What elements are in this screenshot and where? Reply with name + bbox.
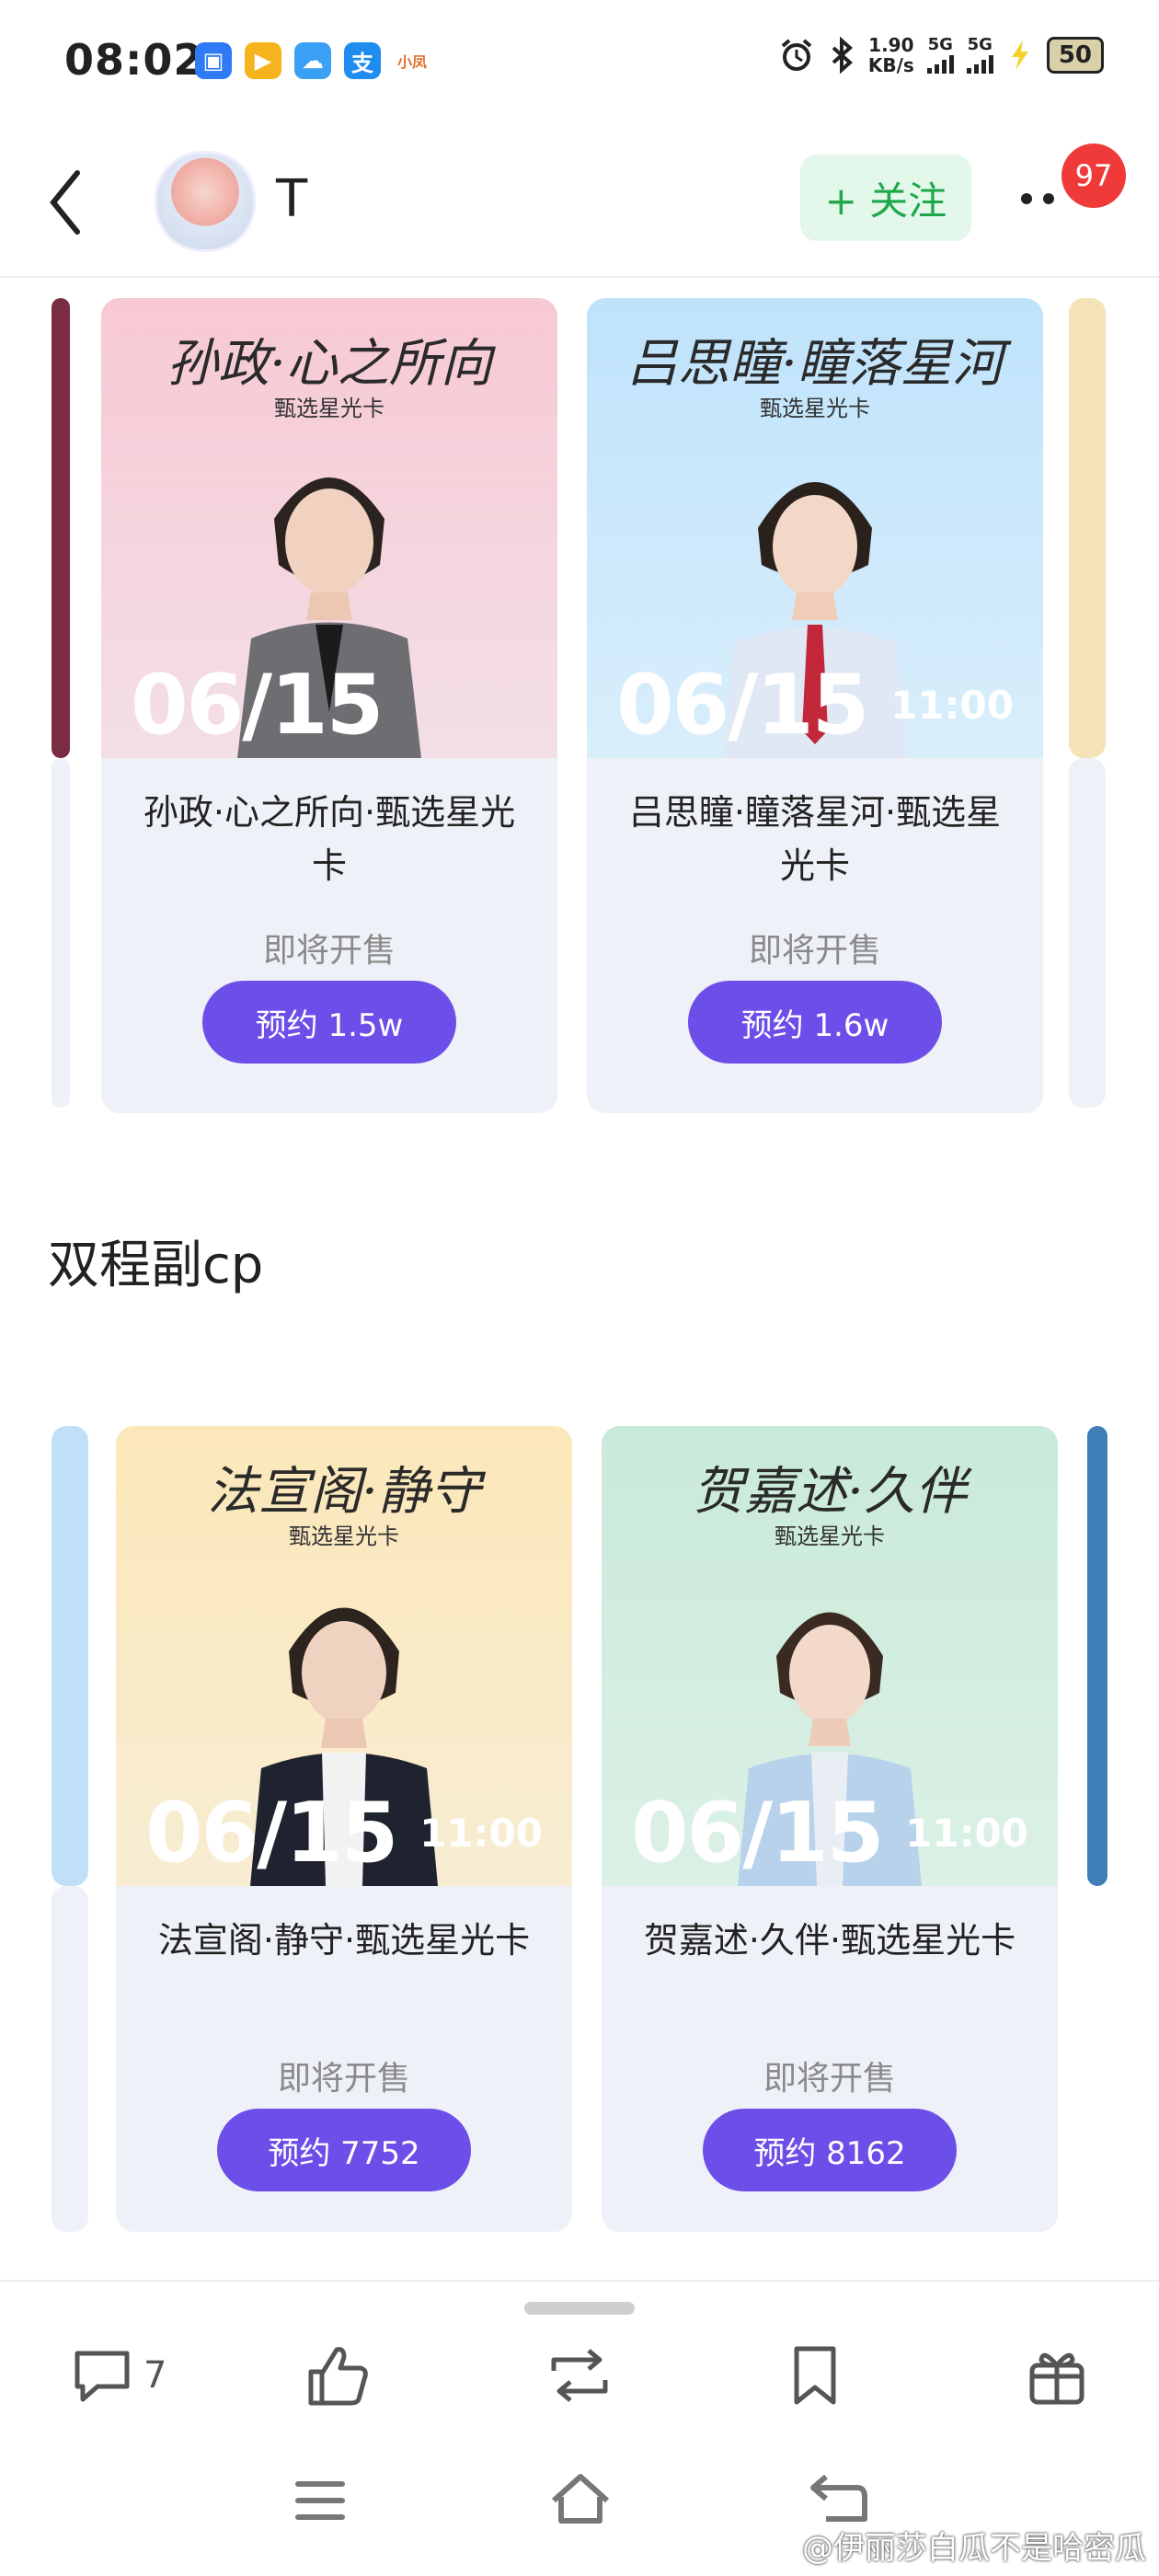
repost-icon [551,2349,608,2402]
release-time: 11:00 [905,1811,1028,1856]
thumbs-up-icon [308,2347,368,2406]
release-time: 11:00 [890,683,1014,728]
card-image-title: 贺嘉述·久伴 [693,1462,967,1522]
card-image: 贺嘉述·久伴 甄选星光卡 06/15 11:00 [602,1426,1058,1886]
next-card-edge[interactable] [1069,298,1106,758]
release-date: 06/15 [631,1785,884,1881]
alarm-icon [781,39,812,71]
store-icon: ▣ [195,42,232,79]
release-time: 11:00 [419,1811,543,1856]
comment-count: 7 [143,2354,167,2397]
card-image: 孙政·心之所向 甄选星光卡 06/15 [101,298,557,758]
prev-card-edge-body [52,1886,88,2232]
follow-button[interactable]: + 关注 [800,155,971,241]
comment-button[interactable]: 7 [70,2339,166,2412]
post-action-bar: 7 [0,2280,1159,2438]
sale-status: 即将开售 [262,932,396,970]
status-bar: 08:02 ▣ ▶ ☁ 支 小凤 1.90 KB/s 5G 5G 50 [0,0,1159,129]
watermark: @伊丽莎白瓜不是哈密瓜 [802,2530,1146,2567]
like-button[interactable] [304,2339,373,2412]
sale-status: 即将开售 [277,2060,410,2098]
system-indicators: 1.90 KB/s 5G 5G 50 [778,35,1104,75]
card-image-tag: 甄选星光卡 [289,1524,399,1549]
gift-icon [1029,2352,1084,2405]
reserve-button[interactable]: 预约 7752 [217,2109,471,2191]
card-name: 孙政·心之所向·甄选星光卡 [143,792,516,886]
more-icon[interactable] [1021,193,1067,208]
back-arrow-icon[interactable] [42,166,88,239]
avatar[interactable] [155,151,256,252]
reserve-button[interactable]: 预约 1.6w [688,981,942,1064]
product-card[interactable]: 吕思瞳·瞳落星河 甄选星光卡 06/15 11:00 吕思瞳·瞳落星河·甄选星光… [587,298,1043,1113]
xiaomi-icon: 小凤 [394,42,430,79]
gift-button[interactable] [1025,2339,1089,2412]
cloud-icon: ☁ [294,42,331,79]
product-card[interactable]: 法宣阁·静守 甄选星光卡 06/15 11:00 法宣阁·静守·甄选星光卡 即将… [116,1426,572,2232]
user-name[interactable]: T [276,169,307,229]
release-date: 06/15 [145,1785,398,1881]
notification-badge: 97 [1061,144,1126,208]
prev-card-edge[interactable] [52,298,70,758]
next-card-edge-body [1069,758,1106,1108]
card-name: 法宣阁·静守·甄选星光卡 [157,1920,531,1961]
sale-status: 即将开售 [763,2060,896,2098]
card-image-tag: 甄选星光卡 [775,1524,885,1549]
card-image: 吕思瞳·瞳落星河 甄选星光卡 06/15 11:00 [587,298,1043,758]
bookmark-icon [794,2346,836,2405]
prev-card-edge-body [52,758,70,1108]
card-image: 法宣阁·静守 甄选星光卡 06/15 11:00 [116,1426,572,1886]
clock: 08:02 [64,35,204,85]
battery-indicator: 50 [1046,37,1104,74]
charging-icon [1011,40,1028,70]
reserve-button[interactable]: 预约 1.5w [202,981,456,1064]
prev-card-edge[interactable] [52,1426,88,1886]
release-date: 06/15 [616,657,869,753]
profile-header: T + 关注 97 [0,129,1159,278]
video-icon: ▶ [245,42,281,79]
card-image-tag: 甄选星光卡 [760,396,870,421]
product-card[interactable]: 贺嘉述·久伴 甄选星光卡 06/15 11:00 贺嘉述·久伴·甄选星光卡 即将… [602,1426,1058,2232]
comment-icon [75,2351,130,2402]
signal-2: 5G [966,37,993,74]
section-title: 双程副cp [48,1236,264,1295]
reserve-button[interactable]: 预约 8162 [703,2109,957,2191]
drag-handle[interactable] [524,2302,635,2315]
signal-1: 5G [926,37,954,74]
card-image-title: 法宣阁·静守 [207,1462,481,1522]
repost-button[interactable] [543,2339,616,2412]
signal-bars-icon [926,53,954,74]
card-image-title: 孙政·心之所向 [166,334,492,394]
sale-status: 即将开售 [748,932,881,970]
next-card-edge[interactable] [1087,1426,1107,1886]
alipay-icon: 支 [344,42,381,79]
card-name: 吕思瞳·瞳落星河·甄选星光卡 [628,792,1002,886]
card-name: 贺嘉述·久伴·甄选星光卡 [643,1920,1016,1961]
home-icon[interactable] [548,2469,613,2528]
product-card[interactable]: 孙政·心之所向 甄选星光卡 06/15 孙政·心之所向·甄选星光卡 即将开售 预… [101,298,557,1113]
signal-bars-icon [966,53,993,74]
card-image-title: 吕思瞳·瞳落星河 [626,334,1004,394]
bookmark-button[interactable] [787,2339,843,2412]
menu-icon[interactable] [293,2475,348,2526]
back-nav-icon[interactable] [806,2471,870,2526]
release-date: 06/15 [131,657,384,753]
notification-icons: ▣ ▶ ☁ 支 小凤 [195,42,430,79]
bluetooth-icon [832,37,853,74]
net-speed: 1.90 KB/s [867,34,914,76]
card-image-tag: 甄选星光卡 [274,396,384,421]
